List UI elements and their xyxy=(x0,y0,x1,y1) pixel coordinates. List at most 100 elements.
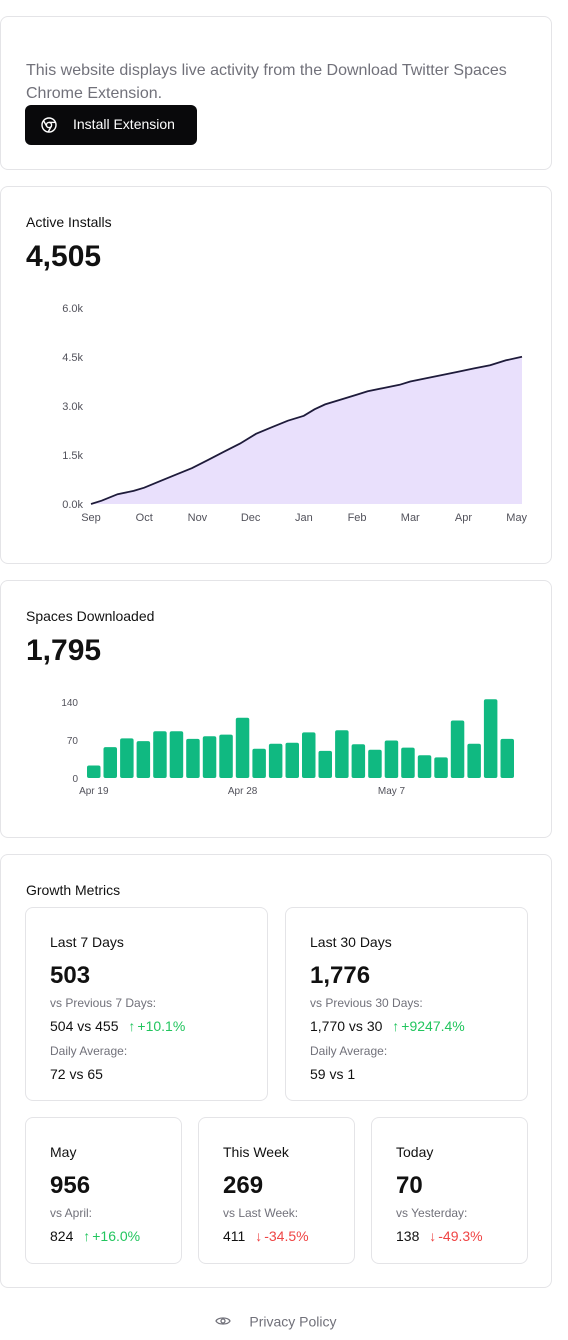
bar xyxy=(252,748,266,778)
bar xyxy=(186,738,200,778)
metric-today: Today 70 vs Yesterday: 138 ↓ -49.3% xyxy=(371,1117,528,1264)
x-tick-label: Mar xyxy=(401,512,420,524)
bar xyxy=(169,731,184,778)
y-tick-label: 70 xyxy=(67,736,79,747)
growth-metrics-card: Growth Metrics Last 7 Days 503 vs Previo… xyxy=(0,854,552,1288)
card-title: Growth Metrics xyxy=(26,882,121,898)
metric-change: ↓ -49.3% xyxy=(423,1228,482,1244)
x-tick-label: Apr 28 xyxy=(228,786,258,797)
x-tick-label: Apr xyxy=(455,512,472,524)
metric-avg: 72 vs 65 xyxy=(50,1066,103,1082)
metric-title: Last 7 Days xyxy=(50,934,124,950)
bar xyxy=(103,747,117,778)
metric-title: This Week xyxy=(223,1144,289,1160)
card-title: Active Installs xyxy=(26,214,112,230)
metric-compare-label: vs Last Week: xyxy=(223,1206,299,1220)
chrome-icon xyxy=(41,117,57,133)
privacy-policy-link[interactable]: Privacy Policy xyxy=(249,1313,336,1329)
x-tick-label: May 7 xyxy=(378,786,406,797)
y-tick-label: 4.5k xyxy=(62,352,83,364)
metric-change-value: -34.5% xyxy=(264,1228,309,1244)
bar xyxy=(153,731,167,778)
eye-icon xyxy=(215,1317,232,1325)
bar xyxy=(136,741,151,778)
bar xyxy=(384,740,399,778)
bar xyxy=(417,755,432,778)
metric-value: 70 xyxy=(396,1172,423,1199)
metric-compare-row: 824 ↑ +16.0% xyxy=(50,1228,140,1244)
bar xyxy=(434,757,448,778)
x-tick-label: Sep xyxy=(81,512,101,524)
active-installs-value: 4,505 xyxy=(26,240,102,273)
bar xyxy=(467,743,481,778)
metric-value: 956 xyxy=(50,1172,91,1199)
bar xyxy=(500,738,514,778)
metric-compare-row: 411 ↓ -34.5% xyxy=(223,1228,309,1244)
metric-compare-row: 504 vs 455 ↑ +10.1% xyxy=(50,1018,185,1034)
spaces-downloaded-value: 1,795 xyxy=(26,634,102,667)
bar xyxy=(483,699,498,778)
x-tick-label: Feb xyxy=(348,512,367,524)
x-tick-label: Jan xyxy=(295,512,313,524)
arrow-up-icon: ↑ xyxy=(392,1018,400,1034)
y-tick-label: 1.5k xyxy=(62,450,83,462)
spaces-downloaded-chart: 0 70 140 Apr 19 Apr 28 May 7 xyxy=(61,698,514,797)
active-installs-card: Active Installs 4,505 0.0k 1.5k 3.0k 4.5k 6.… xyxy=(0,186,552,564)
metric-change-value: -49.3% xyxy=(438,1228,483,1244)
metric-title: Last 30 Days xyxy=(310,934,392,950)
area-fill xyxy=(91,356,522,504)
bar xyxy=(87,765,101,778)
metric-compare-row: 1,770 vs 30 ↑ +9247.4% xyxy=(310,1018,465,1034)
metric-this-week: This Week 269 vs Last Week: 411 ↓ -34.5% xyxy=(198,1117,355,1264)
card-title: Spaces Downloaded xyxy=(26,608,155,624)
intro-text: This website displays live activity from… xyxy=(26,62,507,102)
metric-month: May 956 vs April: 824 ↑ +16.0% xyxy=(25,1117,182,1264)
bar xyxy=(401,747,415,778)
metric-last-30-days: Last 30 Days 1,776 vs Previous 30 Days: … xyxy=(285,907,528,1101)
metric-value: 503 xyxy=(50,962,91,989)
x-tick-label: May xyxy=(506,512,527,524)
metric-avg-label: Daily Average: xyxy=(310,1044,388,1058)
bar xyxy=(120,738,134,778)
metric-value: 1,776 xyxy=(310,962,371,989)
arrow-down-icon: ↓ xyxy=(255,1228,263,1244)
metric-change: ↑ +16.0% xyxy=(77,1228,140,1244)
bar xyxy=(450,720,465,778)
metric-change-value: +10.1% xyxy=(137,1018,186,1034)
y-tick-label: 0 xyxy=(72,774,78,785)
metric-change: ↓ -34.5% xyxy=(249,1228,308,1244)
intro-card: This website displays live activity from… xyxy=(0,16,552,170)
x-tick-label: Oct xyxy=(136,512,153,524)
metric-value: 269 xyxy=(223,1172,264,1199)
install-extension-button[interactable]: Install Extension xyxy=(25,105,197,145)
metric-change-value: +16.0% xyxy=(92,1228,141,1244)
active-installs-chart: 0.0k 1.5k 3.0k 4.5k 6.0k Sep Oct Nov Dec Jan Feb Ma… xyxy=(62,303,527,524)
metric-title: May xyxy=(50,1144,77,1160)
bar xyxy=(235,717,250,778)
bar xyxy=(368,749,382,778)
metric-compare: 504 vs 455 xyxy=(50,1018,119,1034)
bar xyxy=(268,743,283,778)
bar xyxy=(318,750,332,778)
metric-compare: 824 xyxy=(50,1228,74,1244)
install-extension-label: Install Extension xyxy=(73,116,175,132)
bar xyxy=(202,736,217,778)
metric-change: ↑ +10.1% xyxy=(122,1018,185,1034)
metric-compare-row: 138 ↓ -49.3% xyxy=(396,1228,483,1244)
metric-compare: 1,770 vs 30 xyxy=(310,1018,383,1034)
spaces-downloaded-card: Spaces Downloaded 1,795 0 70 140 Apr 19 Apr … xyxy=(0,580,552,838)
y-tick-label: 140 xyxy=(61,698,78,709)
footer: Privacy Policy xyxy=(0,1312,552,1329)
bar xyxy=(302,732,316,778)
y-tick-label: 0.0k xyxy=(62,499,83,511)
metric-compare-label: vs April: xyxy=(50,1206,93,1220)
arrow-down-icon: ↓ xyxy=(429,1228,437,1244)
arrow-up-icon: ↑ xyxy=(83,1228,91,1244)
metric-change: ↑ +9247.4% xyxy=(386,1018,464,1034)
metric-compare-label: vs Previous 7 Days: xyxy=(50,996,157,1010)
y-tick-label: 3.0k xyxy=(62,401,83,413)
metric-compare-label: vs Previous 30 Days: xyxy=(310,996,423,1010)
metric-compare-label: vs Yesterday: xyxy=(396,1206,468,1220)
metric-change-value: +9247.4% xyxy=(401,1018,465,1034)
metric-title: Today xyxy=(396,1144,434,1160)
